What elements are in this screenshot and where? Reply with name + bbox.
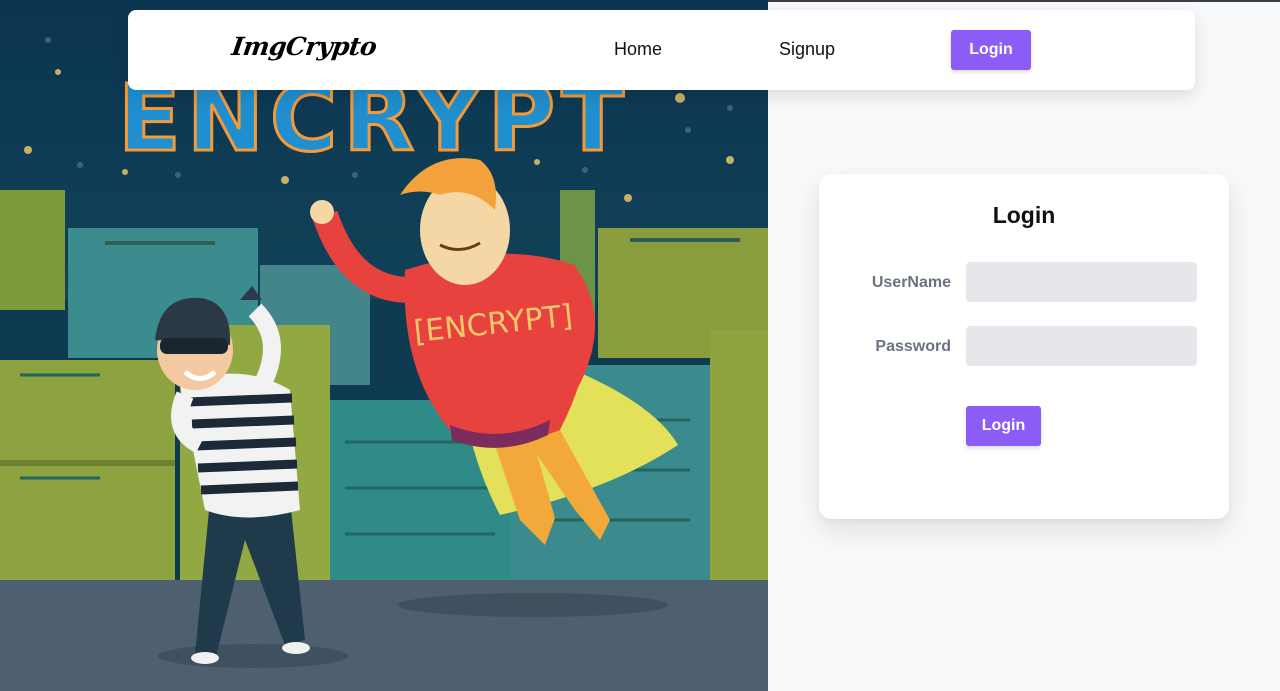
top-navbar: ImgCrypto Home Signup Login (128, 10, 1195, 90)
nav-link-signup[interactable]: Signup (779, 39, 835, 60)
login-submit-button[interactable]: Login (966, 406, 1041, 446)
username-label: UserName (871, 274, 951, 291)
password-label: Password (875, 338, 951, 355)
hero-illustration: ENCRYPT [ENCRYPT] (0, 0, 768, 691)
username-input[interactable] (966, 262, 1197, 302)
login-card: Login UserName Password Login (819, 174, 1229, 519)
brand-logo[interactable]: ImgCrypto (230, 32, 379, 61)
nav-login-button[interactable]: Login (951, 30, 1031, 70)
password-input[interactable] (966, 326, 1197, 366)
nav-link-home[interactable]: Home (614, 39, 662, 60)
login-title: Login (992, 202, 1056, 228)
